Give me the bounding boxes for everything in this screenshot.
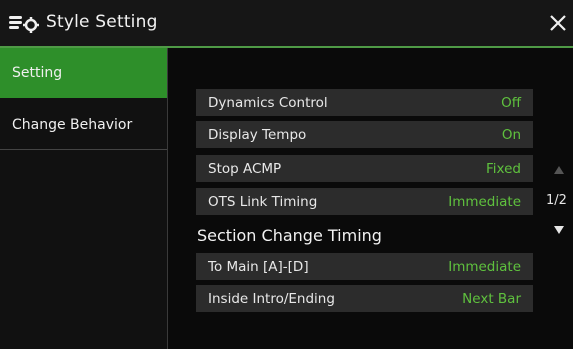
setting-label: To Main [A]-[D] bbox=[208, 258, 309, 275]
setting-label: Dynamics Control bbox=[208, 94, 328, 111]
triangle-down-icon[interactable] bbox=[552, 224, 566, 236]
tab-label: Change Behavior bbox=[12, 116, 133, 133]
style-setting-icon bbox=[9, 16, 39, 33]
close-button[interactable] bbox=[545, 9, 571, 37]
setting-value: Immediate bbox=[448, 258, 521, 275]
page-indicator: 1/2 bbox=[546, 193, 567, 208]
setting-value: Fixed bbox=[486, 160, 521, 177]
title-bar: Style Setting bbox=[0, 0, 573, 48]
setting-row-dynamics-control[interactable]: Dynamics Control Off bbox=[196, 89, 533, 116]
setting-value: Off bbox=[501, 94, 521, 111]
tab-setting[interactable]: Setting bbox=[0, 48, 167, 98]
section-header: Section Change Timing bbox=[197, 226, 382, 245]
page-title: Style Setting bbox=[46, 12, 158, 32]
sidebar: Setting Change Behavior bbox=[0, 48, 168, 349]
setting-row-to-main[interactable]: To Main [A]-[D] Immediate bbox=[196, 253, 533, 280]
setting-row-ots-link-timing[interactable]: OTS Link Timing Immediate bbox=[196, 188, 533, 215]
setting-row-inside-intro-ending[interactable]: Inside Intro/Ending Next Bar bbox=[196, 285, 533, 312]
setting-label: Stop ACMP bbox=[208, 160, 282, 177]
setting-label: Display Tempo bbox=[208, 126, 307, 143]
setting-row-display-tempo[interactable]: Display Tempo On bbox=[196, 121, 533, 148]
tab-label: Setting bbox=[12, 65, 63, 81]
triangle-up-icon[interactable] bbox=[552, 164, 566, 176]
setting-row-stop-acmp[interactable]: Stop ACMP Fixed bbox=[196, 155, 533, 182]
close-icon bbox=[550, 15, 566, 31]
setting-value: On bbox=[501, 126, 521, 143]
setting-label: OTS Link Timing bbox=[208, 193, 318, 210]
setting-value: Next Bar bbox=[462, 290, 521, 307]
tab-change-behavior[interactable]: Change Behavior bbox=[0, 100, 167, 150]
setting-label: Inside Intro/Ending bbox=[208, 290, 335, 307]
setting-value: Immediate bbox=[448, 193, 521, 210]
